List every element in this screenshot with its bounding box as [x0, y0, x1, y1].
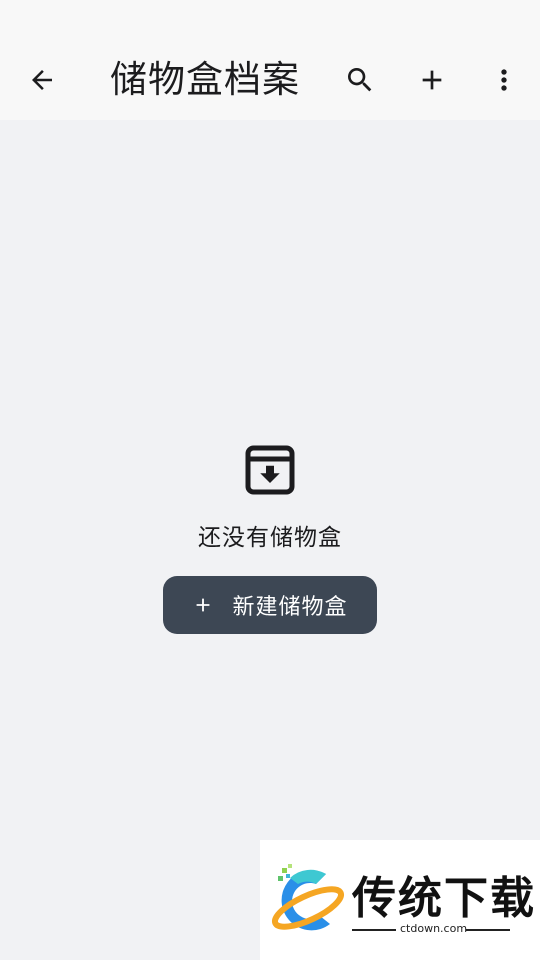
empty-state-message: 还没有储物盒 — [198, 525, 342, 551]
create-box-button[interactable]: 新建储物盒 — [163, 576, 377, 634]
empty-state: 还没有储物盒 新建储物盒 — [0, 440, 540, 634]
search-button[interactable] — [332, 52, 388, 108]
watermark: 传统下载 ctdown.com — [260, 840, 540, 960]
status-bar — [0, 0, 540, 40]
more-vert-icon — [501, 69, 507, 91]
search-icon — [348, 68, 372, 92]
create-box-button-label: 新建储物盒 — [232, 595, 348, 620]
add-button[interactable] — [404, 52, 460, 108]
arrow-back-icon — [32, 70, 52, 90]
app-bar: 储物盒档案 — [0, 40, 540, 120]
more-options-button[interactable] — [476, 52, 532, 108]
back-button[interactable] — [14, 52, 70, 108]
plus-icon — [197, 598, 210, 612]
watermark-divider-left — [352, 929, 396, 931]
add-icon — [422, 70, 442, 90]
watermark-brand: 传统下载 — [352, 873, 536, 924]
watermark-url: ctdown.com — [400, 922, 468, 935]
watermark-logo-icon — [271, 864, 345, 931]
archive-box-icon — [245, 445, 295, 495]
watermark-divider-right — [466, 929, 510, 931]
page-title: 储物盒档案 — [110, 58, 300, 101]
